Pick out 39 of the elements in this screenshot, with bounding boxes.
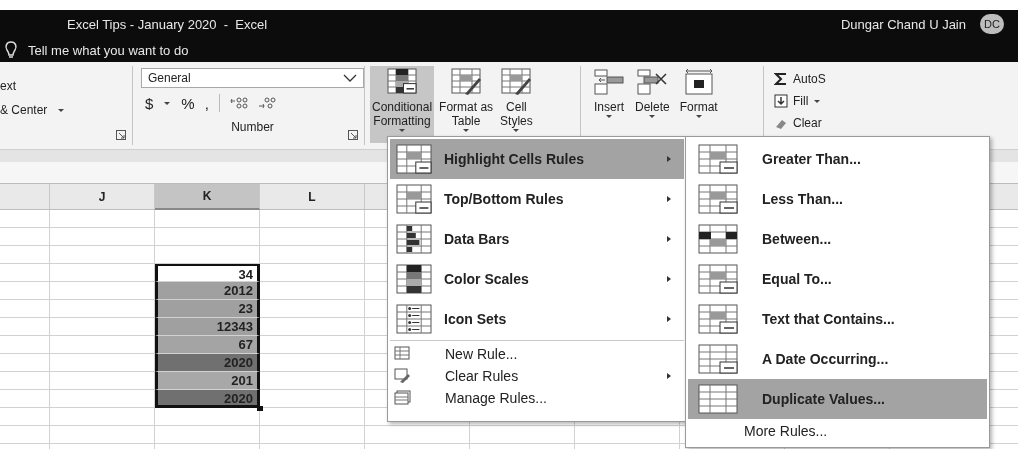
merge-center-button[interactable]: & Center [0,103,48,117]
currency-button[interactable]: $ [145,94,154,112]
menu-item[interactable]: Clear Rules [390,365,684,387]
menu-item[interactable]: Color Scales [390,259,684,299]
table-cell: 2020 [155,390,260,408]
window-title: Excel Tips - January 2020 - Excel [67,16,269,32]
table-cell: 2020 [155,354,260,372]
table-cell: 67 [155,336,260,354]
table-cell: 23 [155,300,260,318]
menu-item[interactable]: Between... [688,219,987,259]
menu-item[interactable]: Duplicate Values... [688,379,987,419]
number-format-dropdown[interactable]: General [141,68,364,88]
comma-button[interactable]: , [204,94,209,112]
menu-item[interactable]: Text that Contains... [688,299,987,339]
conditional-formatting-button[interactable]: Conditional Formatting [370,66,435,143]
user-name: Dungar Chand U Jain [840,16,966,32]
editing-button[interactable]: Clear [774,113,826,133]
menu-item[interactable]: Data Bars [390,219,684,259]
percent-button[interactable]: % [181,94,195,112]
menu-item[interactable]: New Rule... [390,343,684,365]
editing-button[interactable]: AutoS [774,69,826,89]
group-label: Number [230,120,275,134]
menu-item[interactable]: Highlight Cells Rules [390,139,684,179]
table-cell: 12343 [155,318,260,336]
wrap-text-button[interactable]: ext [0,79,16,93]
column-header[interactable]: K [155,184,260,210]
menu-item[interactable]: Manage Rules... [390,387,684,409]
menu-item[interactable]: Icon Sets [390,299,684,339]
search-field[interactable]: Tell me what you want to do [28,42,189,58]
menu-item[interactable]: More Rules... [688,419,987,443]
table-cell: 2012 [155,282,260,300]
table-cell: 34 [155,264,260,282]
menu-item[interactable]: Less Than... [688,179,987,219]
menu-item[interactable]: Top/Bottom Rules [390,179,684,219]
menu-item[interactable]: Equal To... [688,259,987,299]
table-cell: 201 [155,372,260,390]
editing-button[interactable]: Fill [774,91,826,111]
user-avatar[interactable]: DC [980,14,1004,34]
menu-item[interactable]: A Date Occurring... [688,339,987,379]
